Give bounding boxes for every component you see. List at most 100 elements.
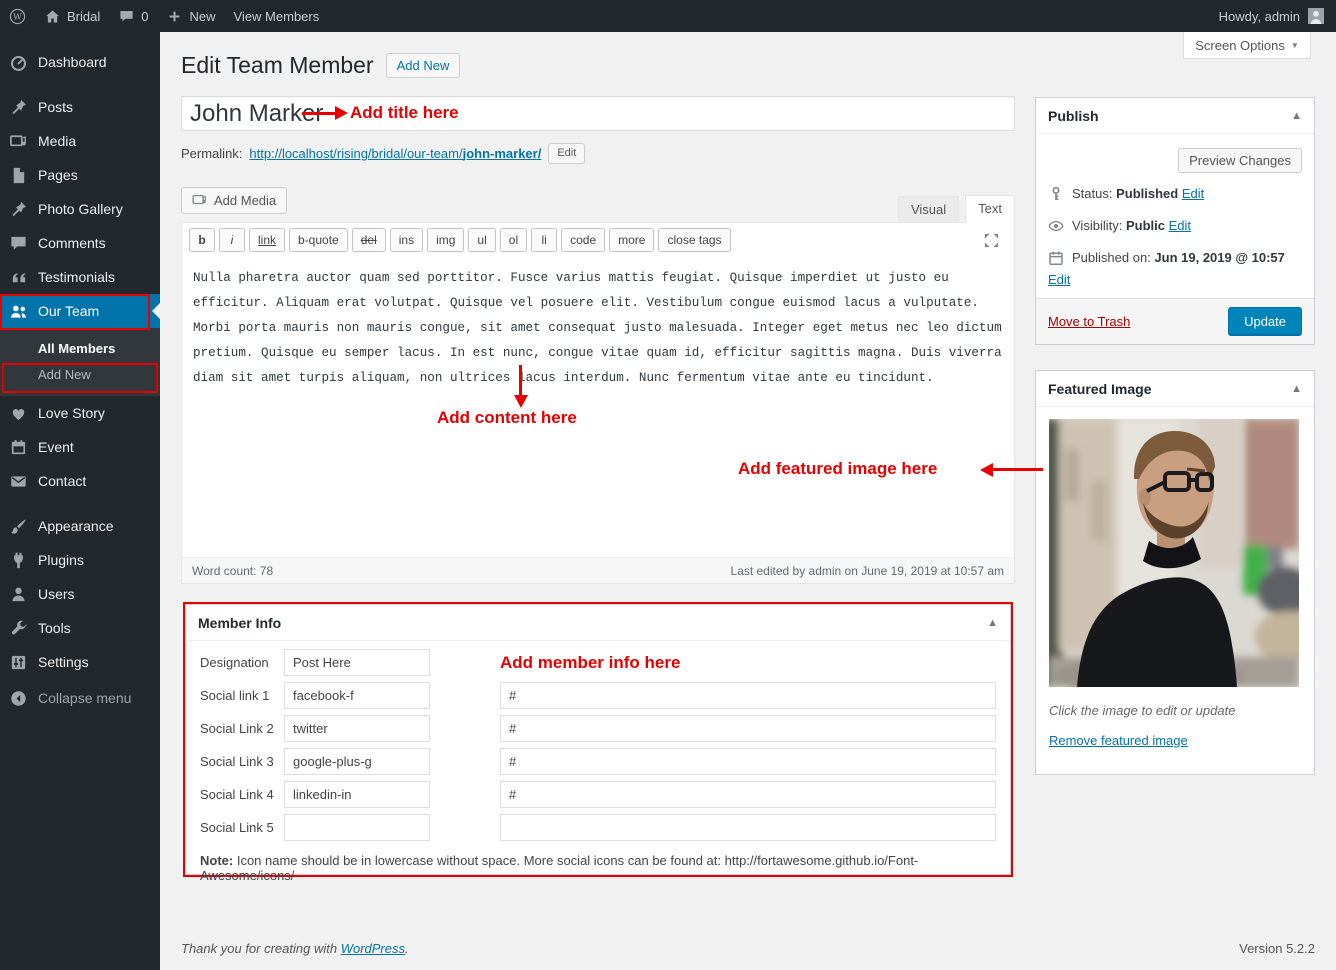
social-name-2-input[interactable] [284, 715, 430, 742]
sidebar-item-event[interactable]: Event [0, 430, 160, 464]
sidebar-item-photo-gallery[interactable]: Photo Gallery [0, 192, 160, 226]
sidebar-item-appearance[interactable]: Appearance [0, 509, 160, 543]
metabox-title: Member Info [198, 614, 282, 631]
sidebar-item-our-team[interactable]: Our Team [0, 294, 160, 328]
view-members-link[interactable]: View Members [225, 0, 329, 32]
edit-status-link[interactable]: Edit [1182, 186, 1204, 201]
post-title-input[interactable] [181, 96, 1015, 131]
update-button[interactable]: Update [1228, 307, 1302, 336]
sidebar-item-label: Pages [38, 167, 78, 183]
collapse-arrow-icon [11, 690, 26, 706]
comments-menu[interactable]: 0 [109, 0, 157, 32]
edit-visibility-link[interactable]: Edit [1169, 218, 1191, 233]
designation-input[interactable] [284, 649, 430, 676]
featured-image[interactable] [1049, 419, 1299, 687]
tab-visual[interactable]: Visual [897, 196, 960, 222]
editor-mode-tabs: Visual Text [897, 195, 1015, 223]
field-label: Social Link 3 [200, 754, 274, 769]
social-link-2-row: Social Link 2 [200, 712, 996, 745]
social-name-1-input[interactable] [284, 682, 430, 709]
sidebar-item-testimonials[interactable]: Testimonials [0, 260, 160, 294]
sidebar-item-users[interactable]: Users [0, 577, 160, 611]
svg-text:W: W [13, 12, 22, 22]
settings-sliders-icon [11, 655, 26, 669]
qt-code-button[interactable]: code [561, 228, 606, 252]
social-url-2-input[interactable] [500, 715, 996, 742]
sidebar-item-dashboard[interactable]: Dashboard [0, 45, 160, 79]
sidebar-item-label: Comments [38, 235, 106, 251]
media-icon [10, 134, 26, 146]
featured-image-caption: Click the image to edit or update [1049, 703, 1236, 718]
member-info-metabox: Member Info ▲ Designation Add member inf… [185, 604, 1011, 883]
pushpin-icon [12, 99, 27, 114]
sidebar-item-plugins[interactable]: Plugins [0, 543, 160, 577]
qt-img-button[interactable]: img [427, 228, 465, 252]
qt-bold-button[interactable]: b [189, 228, 215, 252]
social-name-5-input[interactable] [284, 814, 430, 841]
qt-blockquote-button[interactable]: b-quote [289, 228, 348, 252]
sidebar-item-settings[interactable]: Settings [0, 645, 160, 679]
sidebar-item-tools[interactable]: Tools [0, 611, 160, 645]
tab-text[interactable]: Text [965, 195, 1015, 223]
dashboard-icon [10, 55, 27, 71]
designation-row: Designation Add member info here [200, 646, 996, 679]
site-menu[interactable]: Bridal [35, 0, 109, 32]
screen-options-tab[interactable]: Screen Options ▼ [1183, 32, 1311, 59]
sidebar-item-label: Posts [38, 99, 74, 115]
editor-box: b i link b-quote del ins img ul ol li co… [181, 222, 1015, 584]
move-to-trash-link[interactable]: Move to Trash [1048, 314, 1130, 329]
sidebar-item-media[interactable]: Media [0, 124, 160, 158]
qt-more-button[interactable]: more [609, 228, 655, 252]
calendar-icon [11, 439, 26, 454]
sidebar-item-love-story[interactable]: Love Story [0, 396, 160, 430]
social-url-3-input[interactable] [500, 748, 996, 775]
admin-bar: W Bridal 0 New View Members Howdy, admin [0, 0, 1336, 32]
qt-close-tags-button[interactable]: close tags [658, 228, 731, 252]
submenu-item-add-new[interactable]: Add New [0, 362, 160, 388]
remove-featured-image-link[interactable]: Remove featured image [1049, 733, 1188, 748]
collapse-toggle-icon[interactable]: ▲ [1291, 110, 1302, 122]
featured-image-body: Click the image to edit or update Remove… [1036, 407, 1314, 760]
sidebar-item-contact[interactable]: Contact [0, 464, 160, 498]
social-url-5-input[interactable] [500, 814, 996, 841]
sidebar-item-label: Tools [38, 620, 71, 636]
word-count: Word count: 78 [192, 563, 274, 578]
submenu-item-all-members[interactable]: All Members [0, 336, 160, 362]
sidebar-item-comments[interactable]: Comments [0, 226, 160, 260]
preview-changes-button[interactable]: Preview Changes [1178, 148, 1302, 173]
qt-ins-button[interactable]: ins [389, 228, 424, 252]
social-name-3-input[interactable] [284, 748, 430, 775]
collapse-menu-button[interactable]: Collapse menu [0, 681, 160, 715]
qt-ul-button[interactable]: ul [468, 228, 496, 252]
wordpress-logo-menu[interactable]: W [0, 0, 35, 32]
footer-thanks-prefix: Thank you for creating with [181, 941, 341, 956]
my-account-menu[interactable]: Howdy, admin [1219, 8, 1336, 24]
qt-li-button[interactable]: li [531, 228, 558, 252]
member-info-annotation-box: Member Info ▲ Designation Add member inf… [183, 602, 1013, 883]
permalink-link[interactable]: http://localhost/rising/bridal/our-team/… [249, 146, 541, 161]
wrench-icon [11, 620, 27, 634]
qt-ol-button[interactable]: ol [499, 228, 528, 252]
collapse-toggle-icon[interactable]: ▲ [1291, 383, 1302, 395]
qt-italic-button[interactable]: i [219, 228, 245, 252]
qt-link-button[interactable]: link [249, 228, 286, 252]
social-link-3-row: Social Link 3 [200, 745, 996, 778]
collapse-toggle-icon[interactable]: ▲ [987, 617, 998, 629]
edit-permalink-button[interactable]: Edit [548, 143, 586, 164]
qt-del-button[interactable]: del [351, 228, 386, 252]
social-url-1-input[interactable] [500, 682, 996, 709]
screen-options-label: Screen Options [1195, 37, 1285, 53]
post-content-textarea[interactable]: Nulla pharetra auctor quam sed porttitor… [182, 257, 1014, 557]
edit-published-link[interactable]: Edit [1048, 272, 1070, 287]
published-edit-line: Edit [1048, 272, 1302, 287]
new-content-menu[interactable]: New [157, 0, 224, 32]
add-new-button[interactable]: Add New [385, 52, 461, 78]
fullscreen-icon[interactable] [982, 231, 1001, 250]
add-media-button[interactable]: Add Media [181, 187, 288, 214]
sidebar-item-pages[interactable]: Pages [0, 158, 160, 192]
site-name: Bridal [67, 8, 101, 24]
wordpress-link[interactable]: WordPress [341, 941, 405, 956]
social-url-4-input[interactable] [500, 781, 996, 808]
sidebar-item-posts[interactable]: Posts [0, 90, 160, 124]
social-name-4-input[interactable] [284, 781, 430, 808]
